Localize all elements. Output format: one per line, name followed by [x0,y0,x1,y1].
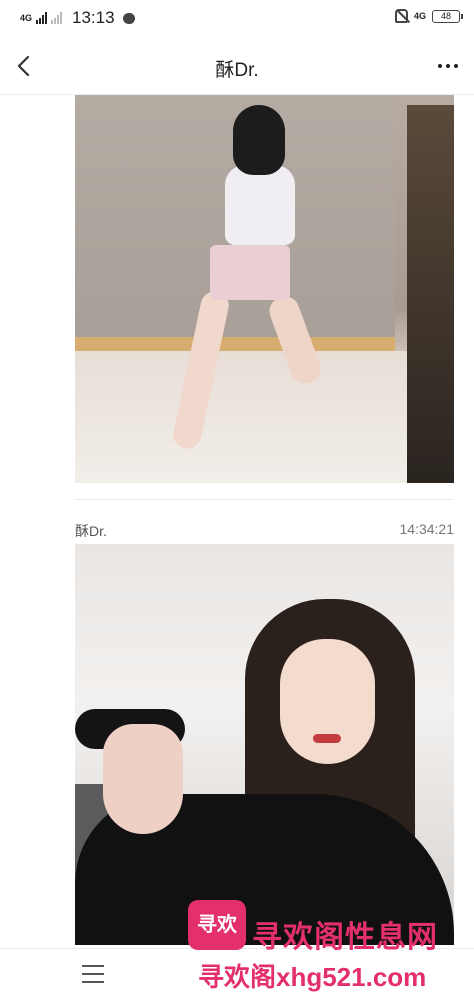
clock-time: 13:13 [72,8,115,27]
page-title: 酥Dr. [215,60,259,81]
watermark-title: 寻欢阁性息网 [252,921,438,954]
mute-icon [394,9,408,23]
watermark-url: 寻欢阁xhg521.com [198,962,427,992]
message-divider [75,499,454,500]
network-label-right: 4G [413,10,426,21]
chat-image-1[interactable] [75,95,454,483]
network-label: 4G [20,12,33,23]
status-right: 4G 48 [394,9,463,23]
watermark-logo: 寻欢 [188,900,246,950]
more-dots-icon[interactable] [438,64,458,68]
sender-name: 酥Dr. [75,523,107,539]
chat-header: 酥Dr. [0,38,474,95]
status-left: 4G 13:13 [20,8,135,28]
signal-icon [36,12,48,24]
chat-image-2[interactable] [75,544,454,945]
menu-icon[interactable] [82,965,104,983]
message-bubble-icon [122,12,135,24]
signal-icon-secondary [51,12,63,24]
battery-icon: 48 [432,9,463,23]
message-timestamp: 14:34:21 [399,521,455,537]
status-bar: 4G 13:13 4G 48 [0,0,474,38]
